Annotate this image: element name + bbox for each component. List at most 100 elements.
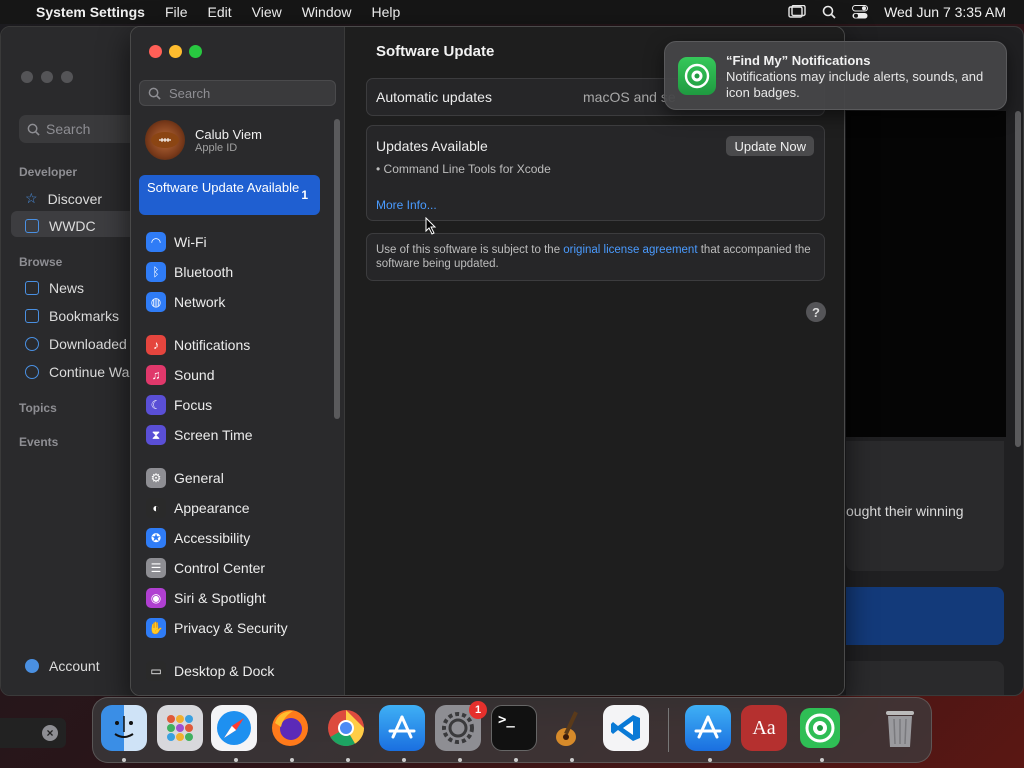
- bg-item-discover[interactable]: ☆ Discover: [25, 190, 102, 207]
- find-my-notification[interactable]: “Find My” Notifications Notifications ma…: [664, 41, 1007, 110]
- bg-item-wwdc[interactable]: WWDC: [25, 218, 96, 234]
- bg-section-topics[interactable]: Topics: [19, 401, 57, 415]
- football-icon: [151, 132, 179, 148]
- safari-icon[interactable]: [211, 705, 257, 751]
- bg-item-label: Bookmarks: [49, 308, 120, 324]
- find-my-dock-icon[interactable]: [797, 705, 843, 751]
- updates-available-box: Updates Available Update Now • Command L…: [366, 125, 825, 221]
- sidebar-item-siri-spotlight[interactable]: ◉ Siri & Spotlight: [146, 588, 266, 608]
- sidebar-item-wi-fi[interactable]: ◠ Wi-Fi: [146, 232, 207, 252]
- download-icon: [25, 337, 39, 351]
- bg-item-label: WWDC: [49, 218, 96, 234]
- sidebar-item-network[interactable]: ◍ Network: [146, 292, 225, 312]
- menu-bar: System Settings File Edit View Window He…: [0, 0, 1024, 24]
- sidebar-item-label: Appearance: [174, 500, 250, 516]
- chrome-icon[interactable]: [323, 705, 369, 751]
- find-my-icon: [678, 57, 716, 95]
- running-indicator: [708, 758, 712, 762]
- garageband-icon[interactable]: [547, 705, 593, 751]
- running-indicator: [122, 758, 126, 762]
- more-info-link[interactable]: More Info...: [376, 198, 437, 212]
- sidebar-item-sound[interactable]: ♫ Sound: [146, 365, 214, 385]
- apple-id-account[interactable]: Calub Viem Apple ID: [145, 120, 262, 160]
- bg-video-area[interactable]: [846, 111, 1006, 437]
- notification-badge: 1: [469, 701, 487, 719]
- sidebar-item-appearance[interactable]: ◐ Appearance: [146, 498, 250, 518]
- bg-account-label: Account: [49, 658, 100, 674]
- bg-item-bookmarks[interactable]: Bookmarks: [25, 308, 119, 324]
- menu-help[interactable]: Help: [372, 4, 401, 20]
- bg-item-news[interactable]: News: [25, 280, 84, 296]
- menu-extras: Wed Jun 7 3:35 AM: [788, 0, 1006, 24]
- system-settings-dock-icon[interactable]: 1: [435, 701, 487, 751]
- bg-bottom-card: [846, 661, 1004, 695]
- close-button[interactable]: [149, 45, 162, 58]
- app-store-download-icon[interactable]: [685, 705, 731, 751]
- sidebar-item-label: Privacy & Security: [174, 620, 288, 636]
- spotlight-search-icon[interactable]: [822, 5, 836, 19]
- firefox-icon[interactable]: [267, 705, 313, 751]
- running-indicator: [346, 758, 350, 762]
- sidebar-item-privacy-security[interactable]: ✋ Privacy & Security: [146, 618, 288, 638]
- sidebar-item-focus[interactable]: ☾ Focus: [146, 395, 212, 415]
- sidebar-item-notifications[interactable]: ♪ Notifications: [146, 335, 250, 355]
- zoom-button[interactable]: [189, 45, 202, 58]
- bg-section-events[interactable]: Events: [19, 435, 58, 449]
- menu-datetime[interactable]: Wed Jun 7 3:35 AM: [884, 4, 1006, 20]
- sidebar-scrollbar[interactable]: [334, 119, 340, 419]
- bg-account-button[interactable]: Account: [25, 658, 100, 674]
- sidebar-item-accessibility[interactable]: ✪ Accessibility: [146, 528, 250, 548]
- sidebar-item-screen-time[interactable]: ⧗ Screen Time: [146, 425, 253, 445]
- bg-item-continue-watching[interactable]: Continue Wa: [25, 364, 129, 380]
- menu-window[interactable]: Window: [302, 4, 352, 20]
- update-now-button[interactable]: Update Now: [726, 136, 814, 156]
- screen-mirroring-icon[interactable]: [788, 5, 806, 19]
- sidebar-item-bluetooth[interactable]: ᛒ Bluetooth: [146, 262, 233, 282]
- bg-section-developer: Developer: [19, 165, 78, 179]
- bottom-panel: ×: [0, 718, 66, 748]
- launchpad-icon[interactable]: [157, 705, 203, 751]
- bg-search-field[interactable]: Search: [19, 115, 139, 143]
- finder-icon[interactable]: [101, 705, 147, 751]
- menu-view[interactable]: View: [252, 4, 282, 20]
- settings-search-input[interactable]: Search: [139, 80, 336, 106]
- running-indicator: [570, 758, 574, 762]
- update-count-badge: 1: [301, 188, 308, 202]
- menu-edit[interactable]: Edit: [208, 4, 232, 20]
- bg-close-button[interactable]: [21, 71, 33, 83]
- sidebar-item-desktop-dock[interactable]: ▭ Desktop & Dock: [146, 661, 274, 681]
- trash-icon[interactable]: [877, 705, 923, 751]
- bg-card[interactable]: ought their winning: [846, 441, 1004, 571]
- updates-available-title: Updates Available: [376, 138, 488, 154]
- dock: 1 >_ Aa: [92, 697, 932, 763]
- bg-scrollbar[interactable]: [1015, 111, 1021, 447]
- dictionary-icon[interactable]: Aa: [741, 705, 787, 751]
- vscode-icon[interactable]: [603, 705, 649, 751]
- bg-card-text: ought their winning: [846, 503, 964, 519]
- sidebar-item-general[interactable]: ⚙ General: [146, 468, 224, 488]
- play-icon: [25, 365, 39, 379]
- bg-item-downloaded[interactable]: Downloaded: [25, 336, 127, 352]
- globe-icon: ◍: [146, 292, 166, 312]
- sidebar-item-label: Notifications: [174, 337, 251, 353]
- license-agreement-link[interactable]: original license agreement: [563, 244, 697, 256]
- sidebar-item-label: Bluetooth: [174, 264, 234, 280]
- bg-zoom-button[interactable]: [61, 71, 73, 83]
- app-store-icon[interactable]: [379, 705, 425, 751]
- clear-icon[interactable]: ×: [42, 725, 58, 741]
- bg-blue-banner[interactable]: [846, 587, 1004, 645]
- settings-search-placeholder: Search: [169, 85, 211, 101]
- gear-icon: ⚙: [146, 468, 166, 488]
- automatic-updates-value: macOS and se: [583, 89, 676, 105]
- sidebar-item-control-center[interactable]: ☰ Control Center: [146, 558, 265, 578]
- automatic-updates-label: Automatic updates: [376, 89, 492, 105]
- news-icon: [25, 281, 39, 295]
- control-center-icon[interactable]: [852, 5, 869, 19]
- menu-app-name[interactable]: System Settings: [36, 4, 145, 20]
- sidebar-item-software-update[interactable]: Software Update Available 1: [139, 175, 320, 215]
- terminal-icon[interactable]: >_: [491, 705, 537, 751]
- bg-minimize-button[interactable]: [41, 71, 53, 83]
- minimize-button[interactable]: [169, 45, 182, 58]
- menu-file[interactable]: File: [165, 4, 188, 20]
- help-button[interactable]: ?: [806, 302, 826, 322]
